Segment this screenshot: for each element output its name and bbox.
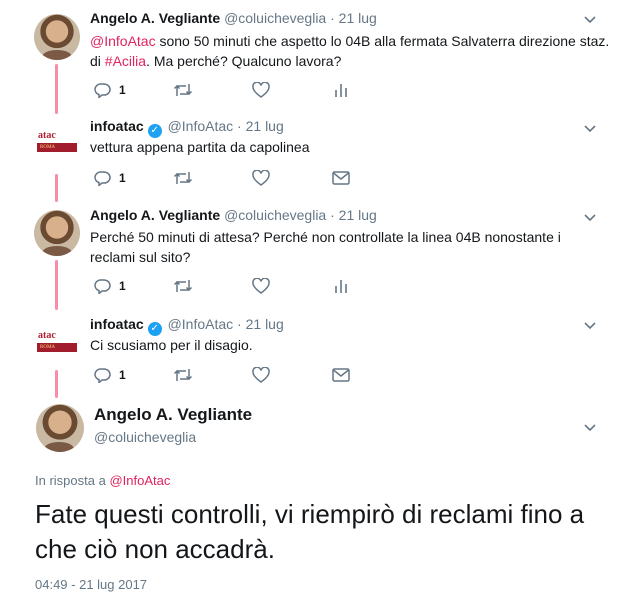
avatar[interactable] — [34, 14, 80, 60]
handle[interactable]: @InfoAtac — [168, 118, 234, 134]
main-tweet-display-name[interactable]: Angelo A. Vegliante — [94, 405, 252, 425]
logo-wordmark: atac — [38, 330, 56, 341]
timestamp[interactable]: 21 lug — [339, 207, 377, 223]
handle[interactable]: @coluicheveglia — [224, 10, 326, 26]
display-name[interactable]: infoatac — [90, 118, 144, 134]
envelope-icon — [332, 171, 350, 185]
reply-count: 1 — [119, 279, 126, 293]
tweet-text: Perché 50 minuti di attesa? Perché non c… — [90, 229, 561, 265]
reply-icon — [94, 83, 111, 98]
display-name[interactable]: infoatac — [90, 316, 144, 332]
main-tweet-handle[interactable]: @coluicheveglia — [94, 429, 196, 445]
retweet-icon — [173, 369, 193, 381]
atac-logo: atac ROMA — [37, 330, 77, 354]
analytics-icon — [335, 84, 347, 97]
separator-dot: · — [237, 316, 242, 332]
atac-logo: atac ROMA — [37, 130, 77, 154]
timestamp[interactable]: 21 lug — [246, 316, 284, 332]
chevron-down-icon[interactable] — [583, 211, 597, 225]
tweet-text-part: . Ma perché? Qualcuno lavora? — [146, 53, 342, 69]
separator-dot: · — [330, 207, 335, 223]
chevron-down-icon[interactable] — [583, 13, 597, 27]
logo-wordmark: atac — [38, 130, 56, 141]
reply-button[interactable]: 1 — [93, 276, 126, 296]
reply-to-mention-link[interactable]: @InfoAtac — [109, 473, 170, 488]
analytics-button[interactable] — [334, 276, 348, 296]
tweet[interactable]: atac ROMA infoatac ✓ @InfoAtac · 21 lug v… — [0, 110, 625, 202]
tweet[interactable]: Angelo A. Vegliante @coluicheveglia · 21… — [0, 0, 625, 110]
reply-count: 1 — [119, 83, 126, 97]
tweet-text: Ci scusiamo per il disagio. — [90, 337, 253, 353]
reply-button[interactable]: 1 — [93, 80, 126, 100]
retweet-button[interactable] — [173, 80, 193, 100]
tweet-header: infoatac ✓ @InfoAtac · 21 lug — [90, 316, 284, 336]
tweet-header: Angelo A. Vegliante @coluicheveglia · 21… — [90, 207, 377, 223]
logo-banner: ROMA — [37, 143, 77, 152]
tweet-header: Angelo A. Vegliante @coluicheveglia · 21… — [90, 10, 377, 26]
retweet-icon — [173, 172, 193, 184]
analytics-icon — [335, 280, 347, 293]
envelope-icon — [332, 368, 350, 382]
retweet-icon — [173, 280, 193, 292]
display-name[interactable]: Angelo A. Vegliante — [90, 207, 220, 223]
like-button[interactable] — [252, 80, 270, 100]
separator-dot: · — [330, 10, 335, 26]
heart-icon — [252, 367, 270, 383]
verified-badge-icon: ✓ — [147, 124, 162, 138]
direct-message-button[interactable] — [332, 365, 350, 385]
like-button[interactable] — [252, 276, 270, 296]
logo-banner: ROMA — [37, 343, 77, 352]
reply-icon — [94, 171, 111, 186]
retweet-icon — [173, 84, 193, 96]
handle[interactable]: @InfoAtac — [168, 316, 234, 332]
reply-icon — [94, 368, 111, 383]
analytics-button[interactable] — [334, 80, 348, 100]
retweet-button[interactable] — [173, 168, 193, 188]
tweet-header: infoatac ✓ @InfoAtac · 21 lug — [90, 118, 284, 138]
display-name[interactable]: Angelo A. Vegliante — [90, 10, 220, 26]
hashtag-link[interactable]: #Acilia — [105, 53, 146, 69]
retweet-button[interactable] — [173, 276, 193, 296]
avatar[interactable]: atac ROMA — [34, 120, 80, 166]
tweet-text: @InfoAtac sono 50 minuti che aspetto lo … — [90, 31, 610, 71]
chevron-down-icon[interactable] — [583, 122, 597, 136]
tweet[interactable]: Angelo A. Vegliante @coluicheveglia · 21… — [0, 200, 625, 310]
reply-context-label: In risposta a — [35, 473, 110, 488]
main-tweet-timestamp[interactable]: 04:49 - 21 lug 2017 — [35, 577, 147, 592]
chevron-down-icon[interactable] — [583, 319, 597, 333]
timestamp[interactable]: 21 lug — [246, 118, 284, 134]
like-button[interactable] — [252, 365, 270, 385]
verified-badge-icon: ✓ — [147, 322, 162, 336]
reply-button[interactable]: 1 — [93, 365, 126, 385]
mention-link[interactable]: @InfoAtac — [90, 33, 156, 49]
reply-context: In risposta a @InfoAtac — [35, 473, 170, 488]
timestamp[interactable]: 21 lug — [339, 10, 377, 26]
chevron-down-icon[interactable] — [583, 421, 597, 435]
handle[interactable]: @coluicheveglia — [224, 207, 326, 223]
direct-message-button[interactable] — [332, 168, 350, 188]
main-tweet-text: Fate questi controlli, vi riempirò di re… — [35, 499, 585, 564]
avatar[interactable] — [34, 210, 80, 256]
reply-icon — [94, 279, 111, 294]
tweet-text: vettura appena partita da capolinea — [90, 139, 310, 155]
heart-icon — [252, 278, 270, 294]
tweet[interactable]: atac ROMA infoatac ✓ @InfoAtac · 21 lug C… — [0, 310, 625, 400]
retweet-button[interactable] — [173, 365, 193, 385]
main-tweet-avatar[interactable] — [36, 404, 84, 452]
avatar[interactable]: atac ROMA — [34, 320, 80, 366]
reply-count: 1 — [119, 171, 126, 185]
reply-button[interactable]: 1 — [93, 168, 126, 188]
separator-dot: · — [237, 118, 242, 134]
heart-icon — [252, 170, 270, 186]
reply-count: 1 — [119, 368, 126, 382]
like-button[interactable] — [252, 168, 270, 188]
heart-icon — [252, 82, 270, 98]
